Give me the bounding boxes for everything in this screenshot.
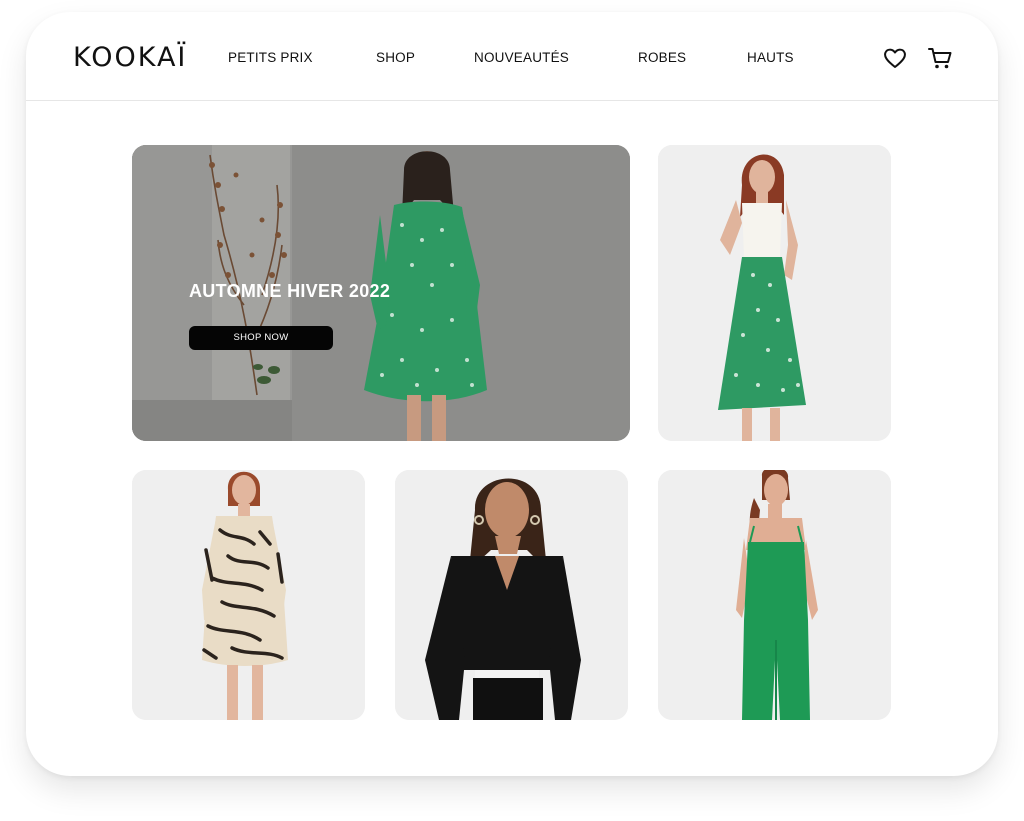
nav-item-hauts[interactable]: HAUTS bbox=[747, 50, 794, 66]
product-card-green-jumpsuit[interactable] bbox=[658, 470, 891, 720]
product-card-zebra-dress[interactable] bbox=[132, 470, 365, 720]
nav-item-nouveautes[interactable]: NOUVEAUTÉS bbox=[474, 50, 569, 66]
product-photo bbox=[658, 470, 891, 720]
site-header: KOOKAÏ PETITS PRIX SHOP NOUVEAUTÉS ROBES… bbox=[26, 12, 998, 101]
hero-banner[interactable]: AUTOMNE HIVER 2022 SHOP NOW bbox=[132, 145, 630, 441]
brand-logo[interactable]: KOOKAÏ bbox=[73, 42, 187, 74]
cart-icon[interactable] bbox=[927, 45, 953, 71]
product-card-black-blazer[interactable] bbox=[395, 470, 628, 720]
product-photo bbox=[132, 470, 365, 720]
nav-item-petits-prix[interactable]: PETITS PRIX bbox=[228, 50, 313, 66]
product-photo bbox=[395, 470, 628, 720]
shop-now-button[interactable]: SHOP NOW bbox=[189, 326, 333, 350]
hero-title: AUTOMNE HIVER 2022 bbox=[189, 281, 391, 301]
nav-item-shop[interactable]: SHOP bbox=[376, 50, 415, 66]
product-photo bbox=[658, 145, 891, 441]
heart-icon[interactable] bbox=[882, 45, 908, 71]
device-frame: KOOKAÏ PETITS PRIX SHOP NOUVEAUTÉS ROBES… bbox=[26, 12, 998, 776]
nav-item-robes[interactable]: ROBES bbox=[638, 50, 686, 66]
product-card-green-skirt[interactable] bbox=[658, 145, 891, 441]
